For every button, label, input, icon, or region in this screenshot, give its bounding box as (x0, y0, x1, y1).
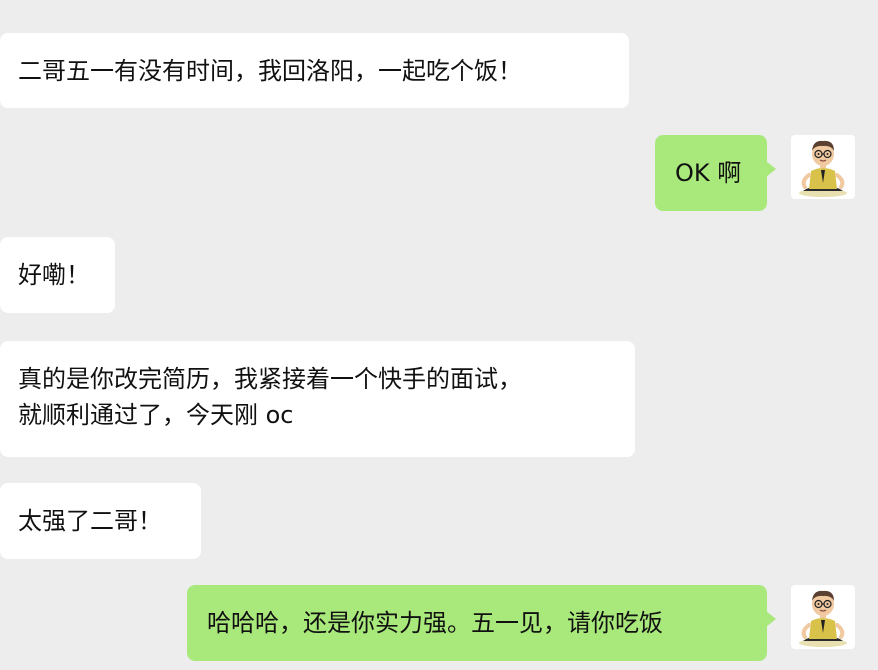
message-text-line: 就顺利通过了，今天刚 oc (18, 401, 294, 429)
message-text-line: 真的是你改完简历，我紧接着一个快手的面试， (18, 365, 522, 393)
outgoing-message-bubble[interactable]: 哈哈哈，还是你实力强。五一见，请你吃饭 (187, 585, 776, 661)
meditating-cartoon-man-avatar-icon (791, 135, 855, 199)
incoming-message-bubble[interactable]: 真的是你改完简历，我紧接着一个快手的面试， 就顺利通过了，今天刚 oc (0, 341, 635, 457)
incoming-message-bubble[interactable]: 二哥五一有没有时间，我回洛阳，一起吃个饭！ (0, 33, 629, 108)
avatar[interactable] (791, 585, 855, 649)
avatar[interactable] (791, 135, 855, 199)
incoming-message-bubble[interactable]: 好嘞！ (0, 237, 115, 313)
incoming-message-bubble[interactable]: 太强了二哥！ (0, 483, 201, 559)
message-text: 好嘞！ (18, 261, 90, 289)
message-text: 太强了二哥！ (18, 507, 162, 535)
message-text: 哈哈哈，还是你实力强。五一见，请你吃饭 (207, 609, 663, 637)
message-text: 二哥五一有没有时间，我回洛阳，一起吃个饭！ (18, 57, 522, 85)
message-text: OK 啊 (675, 159, 742, 187)
outgoing-message-bubble[interactable]: OK 啊 (655, 135, 776, 211)
meditating-cartoon-man-avatar-icon (791, 585, 855, 649)
